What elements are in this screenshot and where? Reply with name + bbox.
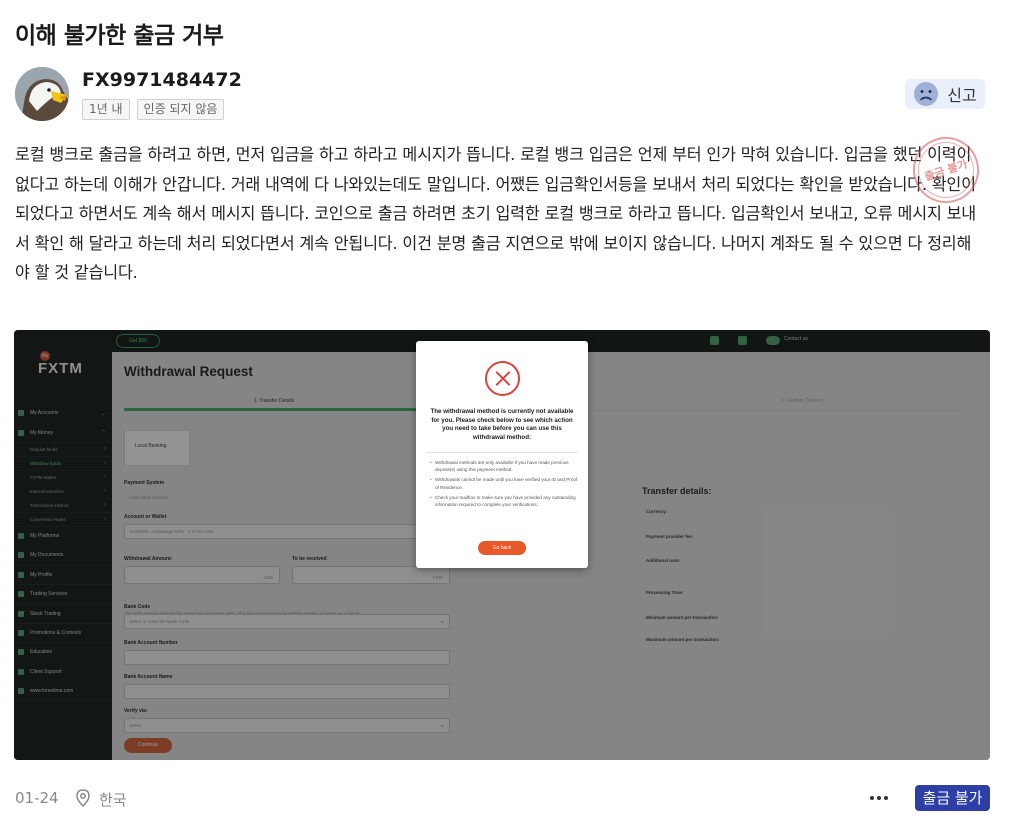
withdrawal-unavailable-modal: The withdrawal method is currently not a… (416, 341, 588, 568)
post-body: 로컬 뱅크로 출금을 하려고 하면, 먼저 입금을 하고 하라고 메시지가 뜹니… (15, 145, 976, 282)
membership-badge: 1년 내 (82, 99, 130, 120)
go-back-button: Go back (478, 541, 526, 555)
category-tag[interactable]: 출금 불가 (915, 785, 990, 811)
sad-face-icon (914, 82, 939, 106)
attached-screenshot[interactable]: My FXTM My Accounts ⌄ My Money ⌃ Deposit fun… (14, 330, 990, 760)
more-options-icon[interactable] (870, 796, 888, 802)
modal-reason-item: Withdrawal methods are only available if… (430, 459, 578, 473)
modal-reasons: Withdrawal methods are only available if… (430, 459, 578, 511)
report-button[interactable]: 신고 (905, 79, 985, 109)
user-meta: 1년 내 인증 되지 않음 (82, 99, 225, 120)
post-location: 한국 (99, 791, 127, 809)
post-date: 01-24 (15, 789, 59, 807)
error-x-icon (485, 361, 520, 396)
username[interactable]: FX9971484472 (82, 69, 242, 91)
location-pin-icon (76, 789, 90, 807)
modal-reason-item: Check your mailbox to make sure you have… (430, 494, 578, 508)
report-label: 신고 (947, 86, 977, 105)
avatar[interactable] (15, 67, 69, 121)
verification-badge: 인증 되지 않음 (136, 99, 225, 120)
modal-heading: The withdrawal method is currently not a… (430, 408, 574, 441)
modal-divider (426, 452, 578, 453)
modal-reason-item: Withdrawals cannot be made until you hav… (430, 476, 578, 490)
post-title: 이해 불가한 출금 거부 (15, 23, 224, 49)
eagle-avatar-icon (15, 67, 69, 121)
